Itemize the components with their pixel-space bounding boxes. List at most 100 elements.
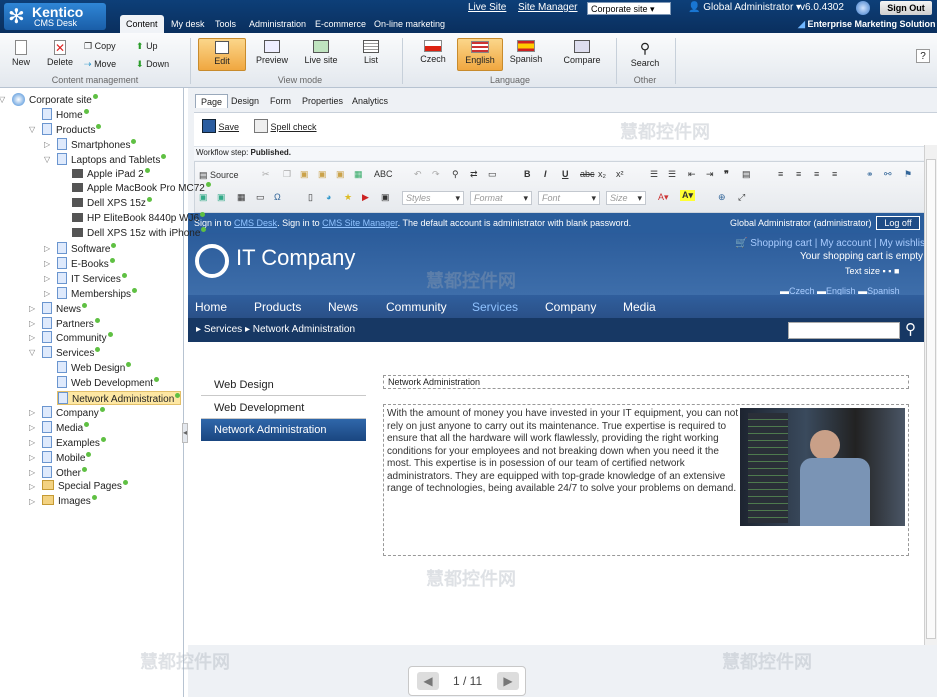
tree-node[interactable]: Dell XPS 15z with iPhone [72, 227, 207, 241]
collapse-node-icon[interactable]: ▽ [29, 349, 37, 357]
background-color-icon[interactable]: A▾ [680, 190, 696, 201]
page-tab-page[interactable]: Page [195, 94, 229, 108]
expand-node-icon[interactable]: ▷ [29, 453, 37, 462]
tree-node[interactable]: Software [57, 242, 117, 256]
expand-node-icon[interactable]: ▷ [44, 274, 52, 283]
tree-node[interactable]: Web Development [57, 376, 160, 390]
redo-icon[interactable]: ↷ [432, 169, 440, 180]
align-left-icon[interactable]: ≡ [778, 169, 783, 179]
expand-node-icon[interactable]: ▷ [29, 304, 37, 313]
spellcheck-icon[interactable]: ABC [374, 169, 393, 179]
subscript-icon[interactable]: x₂ [598, 169, 606, 179]
site-nav-community[interactable]: Community [386, 300, 447, 314]
site-search-input[interactable] [788, 322, 900, 339]
tree-node[interactable]: E-Books [57, 256, 115, 271]
insert-form-icon[interactable]: ▣ [381, 192, 390, 203]
copy-icon[interactable]: ❐ [283, 169, 291, 180]
link-icon[interactable]: ⚭ [866, 169, 874, 180]
expand-node-icon[interactable]: ▷ [44, 259, 52, 268]
my-wishlist-link[interactable]: My wishlist [879, 238, 927, 249]
delete-button[interactable]: ✕ Delete [44, 40, 76, 67]
expand-node-icon[interactable]: ▷ [29, 483, 37, 491]
preview-button[interactable]: Preview [252, 40, 292, 65]
insert-poll-icon[interactable]: ◕ [326, 192, 331, 202]
tree-node[interactable]: Network Administration [57, 391, 182, 405]
cms-desk-link[interactable]: CMS Desk [234, 218, 277, 228]
tree-node[interactable]: Web Design [57, 361, 132, 375]
print-icon[interactable]: ▦ [354, 169, 363, 180]
tree-node[interactable]: Home [42, 107, 89, 122]
replace-icon[interactable]: ⇄ [470, 169, 478, 180]
site-manager-link[interactable]: Site Manager [518, 2, 577, 13]
align-center-icon[interactable]: ≡ [796, 169, 801, 179]
cut-icon[interactable]: ✂ [262, 169, 270, 180]
tree-node[interactable]: Special Pages [42, 480, 128, 494]
tree-node[interactable]: IT Services [57, 271, 127, 286]
page-title-editable[interactable]: Network Administration [383, 375, 909, 389]
expand-node-icon[interactable]: ▷ [29, 498, 37, 506]
tree-node[interactable]: Partners [42, 316, 100, 331]
page-tab-analytics[interactable]: Analytics [347, 94, 393, 108]
tree-node[interactable]: Laptops and Tablets [57, 152, 167, 167]
site-manager-site-link[interactable]: CMS Site Manager [322, 218, 398, 228]
maximize-icon[interactable]: ⤢ [738, 192, 745, 203]
tab-my-desk[interactable]: My desk [165, 15, 211, 33]
my-account-link[interactable]: My account [820, 238, 871, 249]
outdent-icon[interactable]: ⇤ [688, 169, 696, 180]
strikethrough-icon[interactable]: abc [580, 169, 595, 179]
paste-text-icon[interactable]: ▣ [318, 169, 327, 180]
expand-node-icon[interactable]: ▷ [29, 423, 37, 432]
search-button[interactable]: ⚲ Search [626, 40, 664, 68]
select-all-icon[interactable]: ▭ [488, 169, 497, 180]
kentico-logo[interactable]: ✻ Kentico CMS Desk [4, 3, 106, 30]
move-button[interactable]: ⇢ Move [84, 59, 116, 70]
tree-node[interactable]: Corporate site [12, 93, 98, 107]
expand-node-icon[interactable]: ▷ [29, 438, 37, 447]
superscript-icon[interactable]: x² [616, 169, 624, 179]
page-tab-form[interactable]: Form [265, 94, 296, 108]
scrollbar-thumb[interactable] [926, 159, 936, 639]
text-color-icon[interactable]: A▾ [658, 192, 669, 203]
site-search-icon[interactable]: ⚲ [905, 320, 916, 338]
tree-node[interactable]: Memberships [57, 286, 138, 301]
log-off-button[interactable]: Log off [876, 216, 920, 230]
next-arrow-icon[interactable]: ▶ [497, 672, 519, 690]
collapse-node-icon[interactable]: ▽ [44, 155, 52, 164]
user-menu[interactable]: 👤 Global Administrator ▾ [688, 2, 801, 13]
unlink-icon[interactable]: ⚯ [884, 169, 892, 180]
live-site-mode-button[interactable]: Live site [300, 40, 342, 65]
collapse-node-icon[interactable]: ▽ [29, 125, 37, 134]
new-button[interactable]: New [8, 40, 34, 67]
text-size-small[interactable]: ▪ [883, 266, 886, 276]
bulleted-list-icon[interactable]: ☰ [668, 169, 676, 180]
czech-language-button[interactable]: Czech [413, 40, 453, 64]
text-size-medium[interactable]: ▪ [888, 266, 891, 276]
insert-star-icon[interactable]: ★ [344, 192, 352, 203]
site-nav-news[interactable]: News [328, 300, 358, 314]
styles-dropdown[interactable]: Styles ▾ [402, 191, 464, 205]
page-tab-design[interactable]: Design [226, 94, 264, 108]
underline-icon[interactable]: U [562, 169, 569, 179]
tree-node[interactable]: Media [42, 420, 90, 435]
page-tab-properties[interactable]: Properties [297, 94, 348, 108]
left-menu-web-design[interactable]: Web Design [201, 374, 366, 396]
prev-arrow-icon[interactable]: ◀ [417, 672, 439, 690]
ribbon-help-button[interactable]: ? [916, 49, 930, 63]
live-site-link[interactable]: Live Site [468, 2, 506, 13]
expand-node-icon[interactable]: ▷ [29, 408, 37, 417]
tree-node[interactable]: Examples [42, 435, 106, 450]
tree-node[interactable]: Products [42, 122, 102, 137]
special-char-icon[interactable]: Ω [274, 192, 281, 202]
left-menu-network-administration[interactable]: Network Administration [201, 419, 366, 441]
site-brand[interactable]: IT Company [236, 245, 355, 271]
font-dropdown[interactable]: Font ▾ [538, 191, 600, 205]
tab-e-commerce[interactable]: E-commerce [309, 15, 372, 33]
insert-widget-icon[interactable]: ▯ [308, 192, 313, 203]
tree-node[interactable]: Dell XPS 15z [72, 197, 152, 211]
paste-icon[interactable]: ▣ [300, 169, 309, 180]
tree-node[interactable]: HP EliteBook 8440p WJ6 [72, 212, 206, 226]
italic-icon[interactable]: I [544, 169, 547, 179]
insert-youtube-icon[interactable]: ▶ [362, 192, 369, 203]
shopping-cart-link[interactable]: Shopping cart [750, 238, 812, 249]
source-button[interactable]: ▤ Source [199, 170, 239, 181]
